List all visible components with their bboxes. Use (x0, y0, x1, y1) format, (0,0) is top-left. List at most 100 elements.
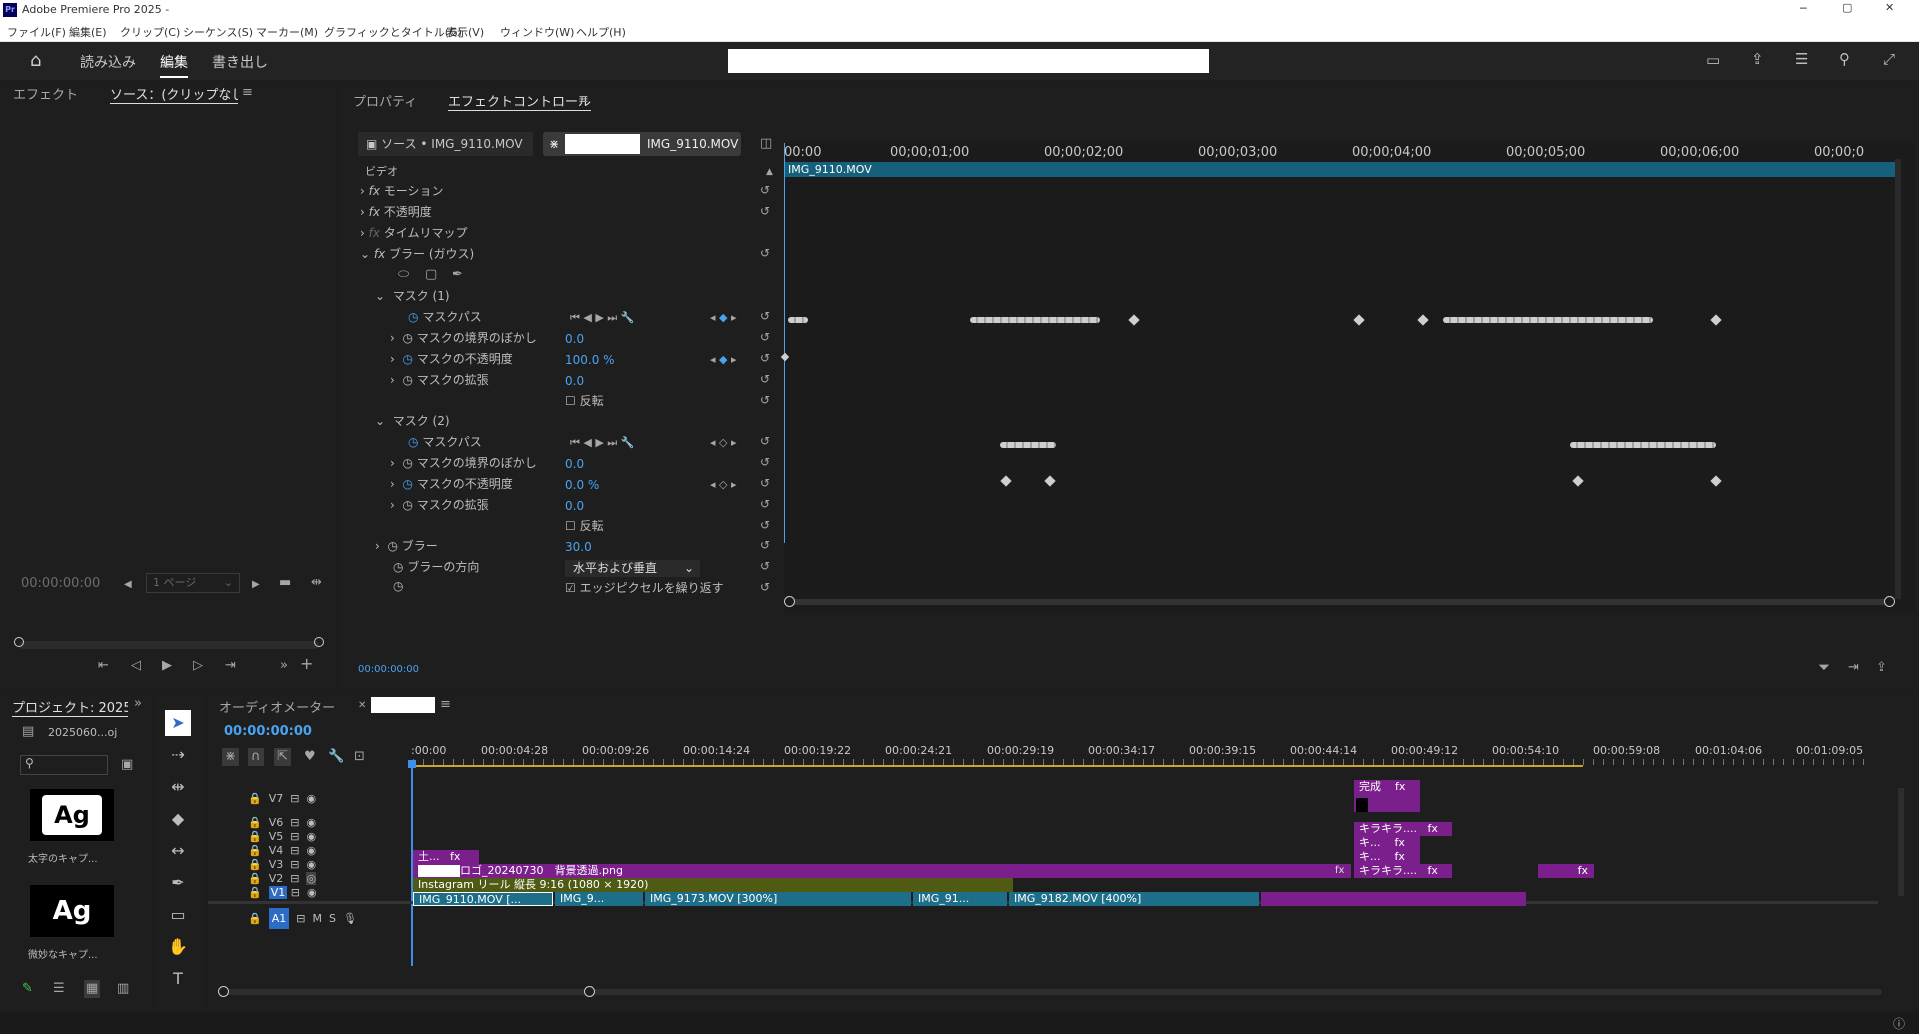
lock-icon[interactable]: 🔒 (248, 830, 262, 843)
eye-icon[interactable]: ◉ (306, 858, 316, 871)
keyframe-nav-icon[interactable]: ◂ ◆ ▸ (710, 353, 737, 367)
reset-icon[interactable]: ↺ (760, 434, 770, 448)
type-tool-icon[interactable]: T (165, 966, 191, 992)
toggle-timeline-icon[interactable]: ◫ (760, 137, 772, 151)
icon-view-icon[interactable]: ▦ (84, 980, 101, 998)
menu-file[interactable]: ファイル(F) (7, 24, 66, 40)
ripple-edit-icon[interactable]: ⇹ (165, 774, 191, 800)
tab-audio-meter[interactable]: オーディオメーター (219, 697, 335, 716)
reset-icon[interactable]: ↺ (760, 309, 770, 323)
reset-icon[interactable]: ↺ (760, 183, 770, 197)
track-header-v7[interactable]: 🔒 V7 ⊟ ◉ (248, 792, 316, 805)
keyframe-cluster[interactable] (788, 317, 808, 323)
pen-mask-icon[interactable]: ✒ (452, 268, 463, 282)
nest-icon[interactable]: ⋇ (222, 748, 239, 766)
blur-dim-select[interactable]: 水平および垂直 ⌄ (565, 560, 700, 577)
ec-playhead[interactable] (784, 143, 785, 543)
mute-label[interactable]: M (312, 912, 322, 925)
minimize-icon[interactable]: ─ (1800, 2, 1807, 15)
value-blurriness[interactable]: 30.0 (565, 540, 592, 554)
ec-zoom-handle-right[interactable] (1884, 596, 1895, 607)
lock-icon[interactable]: 🔒 (248, 872, 262, 885)
pencil-icon[interactable]: ✎ (22, 982, 33, 996)
track-select-icon[interactable]: ⇢ (165, 742, 191, 768)
tab-import[interactable]: 読み込み (80, 52, 136, 72)
source-selector[interactable]: ▣ ソース • IMG_9110.MOV (358, 132, 533, 156)
hscroll-handle-left[interactable] (218, 986, 229, 997)
clip-kira-v6[interactable]: キラキラ.... fx (1354, 822, 1452, 836)
source-timecode[interactable]: 00:00:00:00 (21, 576, 100, 591)
camera-icon[interactable]: ▣ (121, 758, 133, 772)
home-icon[interactable]: ⌂ (30, 50, 41, 71)
thumb-bold-caption[interactable]: Ag (30, 789, 114, 841)
panel-menu-icon[interactable]: ≡ (440, 698, 451, 712)
lock-icon[interactable]: 🔒 (248, 844, 262, 857)
next-marker-icon[interactable]: ▶ (252, 578, 260, 592)
maximize-icon[interactable]: ▢ (1842, 1, 1852, 14)
value-m2-feather[interactable]: 0.0 (565, 457, 584, 471)
clip-ki-v5[interactable]: キ... fx (1354, 836, 1420, 850)
keyframe-cluster[interactable] (1000, 442, 1056, 448)
keyframe[interactable] (780, 352, 790, 362)
solo-label[interactable]: S (329, 912, 336, 925)
value-m1-feather[interactable]: 0.0 (565, 332, 584, 346)
rect-mask-icon[interactable]: ▢ (425, 268, 437, 282)
scrub-handle-right[interactable] (314, 637, 324, 647)
lock-icon[interactable]: 🔒 (248, 792, 262, 805)
sync-icon[interactable]: ⊟ (290, 792, 299, 805)
selection-tool-icon[interactable]: ➤ (165, 710, 191, 736)
row-blur[interactable]: ⌄ fx ブラー (ガウス) (360, 245, 474, 265)
mic-icon[interactable]: 🎙 (343, 912, 357, 925)
page-select[interactable]: 1 ページ ⌄ (146, 573, 240, 593)
menu-marker[interactable]: マーカー(M) (256, 24, 318, 40)
keyframe-nav-icon[interactable]: ◂ ◆ ▸ (710, 311, 737, 325)
clip-v1-effects[interactable] (1261, 892, 1526, 906)
slip-icon[interactable]: ↔ (165, 838, 191, 864)
mark-out-icon[interactable]: ⇥ (225, 659, 236, 673)
panel-menu-icon[interactable]: ≡ (578, 93, 589, 107)
reset-icon[interactable]: ↺ (760, 559, 770, 573)
tab-project[interactable]: プロジェクト: 2025( (12, 697, 128, 717)
row-mask1-path[interactable]: ◷ マスクパス (408, 308, 482, 328)
tab-export[interactable]: 書き出し (212, 52, 268, 72)
sync-icon[interactable]: ⊟ (290, 830, 299, 843)
menu-lines-icon[interactable]: ☰ (1795, 50, 1808, 68)
track-header-v2[interactable]: 🔒 V2 ⊟ ◎ (248, 872, 317, 885)
export-icon[interactable]: ⇪ (1876, 661, 1887, 675)
eye-icon[interactable]: ◉ (306, 816, 316, 829)
keyframe[interactable] (1710, 314, 1722, 326)
row-mask2[interactable]: ⌄ マスク (2) (375, 412, 450, 432)
close-tab-icon[interactable]: ✕ (358, 699, 366, 713)
reset-icon[interactable]: ↺ (760, 330, 770, 344)
pen-tool-icon[interactable]: ✒ (165, 870, 191, 896)
tab-edit[interactable]: 編集 (160, 52, 188, 78)
row-mask2-invert[interactable]: ☐ 反転 (565, 517, 604, 537)
eye-icon[interactable]: ◉ (306, 792, 316, 805)
ec-zoom-handle-left[interactable] (784, 596, 795, 607)
keyframe[interactable] (1572, 475, 1584, 487)
scroll-up-icon[interactable]: ▲ (766, 165, 773, 179)
track-header-v3[interactable]: 🔒 V3 ⊟ ◉ (248, 858, 316, 871)
keyframe-cluster[interactable] (970, 317, 1100, 323)
clip-v3-end[interactable]: fx (1538, 864, 1594, 878)
clip-9a[interactable]: IMG_9... (555, 892, 643, 906)
keyframe[interactable] (1000, 475, 1012, 487)
eye-icon[interactable]: ◉ (307, 886, 317, 899)
keyframe-nav-icon[interactable]: ⏮ ◀ ▶ ⏭ 🔧 (570, 436, 634, 450)
keyframe[interactable] (1710, 475, 1722, 487)
export-frame-icon[interactable]: ▬ (279, 576, 291, 590)
project-search[interactable]: ⚲ (20, 755, 108, 775)
menu-clip[interactable]: クリップ(C) (120, 24, 180, 40)
eye-icon[interactable]: ◉ (306, 830, 316, 843)
play-only-icon[interactable]: ⇥ (1848, 661, 1859, 675)
reset-icon[interactable]: ↺ (760, 351, 770, 365)
timeline-hscroll[interactable] (222, 989, 1882, 995)
fit-icon[interactable]: ⇹ (311, 576, 322, 590)
value-m2-expansion[interactable]: 0.0 (565, 499, 584, 513)
menu-view[interactable]: 表示(V) (446, 24, 484, 40)
eye-off-icon[interactable]: ◎ (306, 872, 317, 885)
info-icon[interactable]: ⓘ (1893, 1015, 1905, 1032)
list-view-icon[interactable]: ☰ (53, 982, 65, 996)
reset-icon[interactable]: ↺ (760, 538, 770, 552)
reset-icon[interactable]: ↺ (760, 246, 770, 260)
